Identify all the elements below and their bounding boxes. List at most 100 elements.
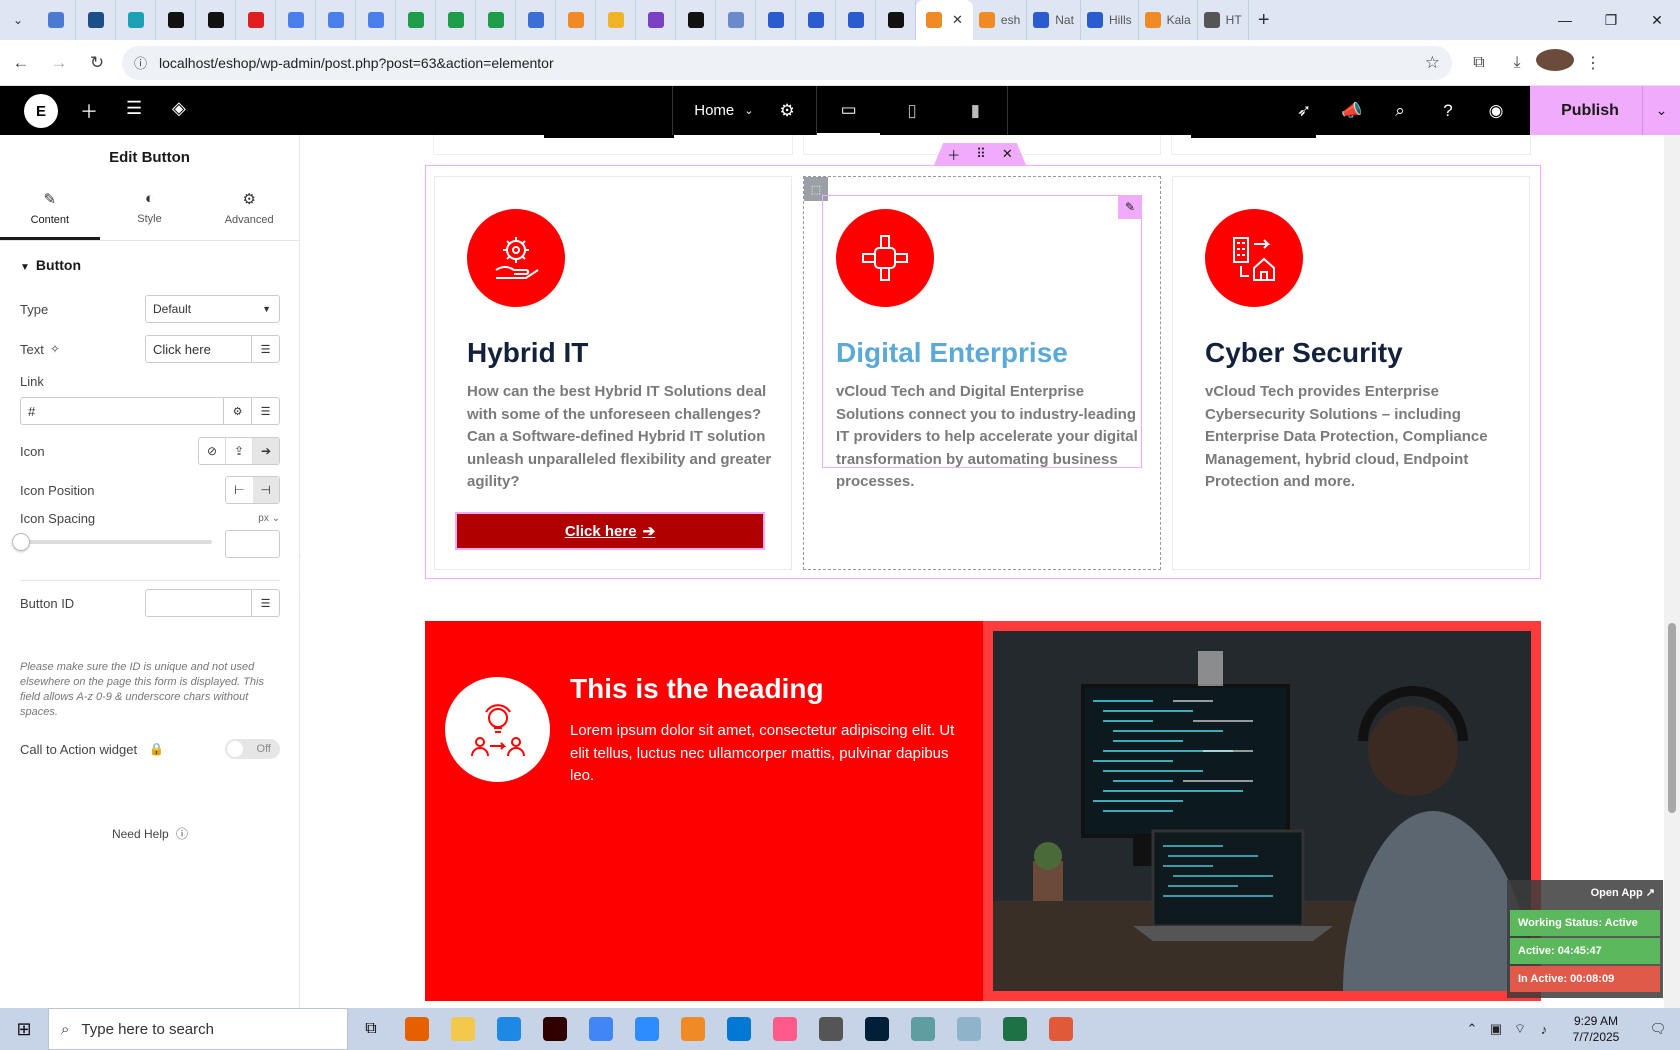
tablet-icon[interactable]: ▯	[880, 86, 943, 135]
browser-tab[interactable]	[236, 0, 276, 40]
windows-start-icon[interactable]: ⊞	[0, 1008, 48, 1050]
button-id-field[interactable]: ☰	[145, 589, 280, 617]
type-select[interactable]: Default ▼	[145, 295, 280, 323]
browser-tab[interactable]	[396, 0, 436, 40]
browser-tab[interactable]	[36, 0, 76, 40]
click-here-button[interactable]: Click here ➔	[455, 512, 765, 550]
dynamic-tags-icon[interactable]: ☰	[251, 589, 279, 617]
drag-section-icon[interactable]: ⠿	[976, 146, 986, 162]
unit-selector[interactable]: px ⌄	[258, 513, 280, 524]
browser-tab[interactable]	[756, 0, 796, 40]
taskbar-app-icon[interactable]	[486, 1008, 532, 1050]
browser-tab[interactable]	[436, 0, 476, 40]
tab-content[interactable]: ✎ Content	[0, 181, 100, 240]
taskbar-app-icon[interactable]	[716, 1008, 762, 1050]
tab-advanced[interactable]: ⚙ Advanced	[199, 181, 299, 240]
no-icon-option-icon[interactable]: ⊘	[199, 438, 225, 464]
taskbar-app-icon[interactable]	[532, 1008, 578, 1050]
section-button-toggle[interactable]: ▼ Button	[0, 241, 299, 289]
icon-library-option-icon[interactable]: ➔	[252, 438, 279, 464]
browser-menu-icon[interactable]: ⋮	[1574, 53, 1612, 73]
link-field[interactable]: # ⚙ ☰	[20, 397, 280, 425]
new-tab-button[interactable]: +	[1249, 9, 1279, 32]
taskbar-search-box[interactable]: ⌕ Type here to search	[48, 1008, 348, 1050]
browser-tab[interactable]: HT	[1198, 0, 1249, 40]
volume-icon[interactable]: ♪	[1532, 1022, 1556, 1037]
browser-tab[interactable]	[596, 0, 636, 40]
browser-tab[interactable]	[876, 0, 916, 40]
forward-icon[interactable]: →	[42, 46, 76, 80]
page-selector[interactable]: Home ⌄ ⚙	[672, 86, 816, 135]
browser-tab[interactable]	[316, 0, 356, 40]
taskbar-app-icon[interactable]	[578, 1008, 624, 1050]
promo-section[interactable]: This is the heading Lorem ipsum dolor si…	[425, 621, 1541, 1001]
taskbar-app-icon[interactable]	[808, 1008, 854, 1050]
page-settings-gear-icon[interactable]: ⚙	[779, 101, 794, 121]
add-element-icon[interactable]: ＋	[80, 98, 98, 124]
text-field[interactable]: Click here ☰	[145, 335, 280, 363]
close-window-icon[interactable]: ✕	[1634, 0, 1680, 40]
cta-toggle[interactable]: Off	[225, 739, 280, 759]
structure-layers-icon[interactable]: ◈	[172, 98, 186, 119]
reload-icon[interactable]: ↻	[80, 46, 114, 80]
site-settings-icon[interactable]: ☰	[126, 98, 142, 119]
preview-eye-icon[interactable]: ◉	[1472, 86, 1520, 135]
search-icon[interactable]: ⌕	[1376, 86, 1424, 135]
service-card-cyber-security[interactable]: Cyber Security vCloud Tech provides Ente…	[1172, 176, 1530, 570]
section-handle[interactable]: ＋ ⠿ ✕	[934, 143, 1026, 165]
taskbar-app-icon[interactable]	[762, 1008, 808, 1050]
browser-tab[interactable]	[196, 0, 236, 40]
clock[interactable]: 9:29 AM 7/7/2025	[1556, 1013, 1636, 1045]
browser-tab[interactable]	[516, 0, 556, 40]
close-tab-icon[interactable]: ✕	[952, 12, 963, 28]
browser-tab[interactable]	[636, 0, 676, 40]
taskbar-app-icon[interactable]	[900, 1008, 946, 1050]
link-options-gear-icon[interactable]: ⚙	[223, 397, 251, 425]
service-card-digital-enterprise[interactable]: ⬚ ✎ Digital Enterprise vCloud Tech and D…	[803, 176, 1161, 570]
minimize-icon[interactable]: —	[1542, 0, 1588, 40]
taskbar-app-icon[interactable]	[1038, 1008, 1084, 1050]
browser-tab[interactable]: esh	[973, 0, 1028, 40]
browser-tab[interactable]	[556, 0, 596, 40]
tray-meet-icon[interactable]: ▣	[1484, 1021, 1508, 1037]
canvas-scrollbar[interactable]	[1664, 135, 1680, 1008]
add-section-icon[interactable]: ＋	[947, 145, 960, 164]
task-view-icon[interactable]: ⧉	[348, 1008, 394, 1050]
browser-tab[interactable]	[76, 0, 116, 40]
url-text[interactable]: localhost/eshop/wp-admin/post.php?post=6…	[159, 55, 554, 71]
taskbar-app-icon[interactable]	[624, 1008, 670, 1050]
back-icon[interactable]: ←	[4, 46, 38, 80]
browser-tab[interactable]	[476, 0, 516, 40]
profile-avatar[interactable]	[1536, 49, 1574, 76]
taskbar-app-icon[interactable]	[946, 1008, 992, 1050]
icon-position-start-icon[interactable]: ⊢	[226, 477, 253, 503]
browser-tab[interactable]	[276, 0, 316, 40]
service-card-hybrid-it[interactable]: Hybrid IT How can the best Hybrid IT Sol…	[434, 176, 792, 570]
browser-tab[interactable]	[796, 0, 836, 40]
dynamic-tags-icon[interactable]: ☰	[251, 397, 279, 425]
need-help-link[interactable]: Need Help ⓘ	[0, 825, 300, 842]
browser-tab[interactable]	[116, 0, 156, 40]
downloads-icon[interactable]: ⤓	[1498, 54, 1536, 72]
scrollbar-thumb[interactable]	[1668, 623, 1676, 813]
taskbar-app-icon[interactable]	[992, 1008, 1038, 1050]
browser-tab[interactable]: Hills	[1081, 0, 1139, 40]
network-icon[interactable]: ⌔	[1508, 1021, 1532, 1037]
taskbar-app-icon[interactable]	[394, 1008, 440, 1050]
elementor-logo[interactable]: E	[24, 94, 58, 128]
icon-spacing-input[interactable]	[225, 530, 280, 558]
active-tab[interactable]: ✕	[916, 0, 973, 40]
taskbar-app-icon[interactable]	[854, 1008, 900, 1050]
browser-tab[interactable]	[156, 0, 196, 40]
desktop-icon[interactable]: ▭	[817, 86, 881, 135]
browser-tab[interactable]	[356, 0, 396, 40]
delete-section-icon[interactable]: ✕	[1002, 146, 1013, 162]
dynamic-tags-icon[interactable]: ☰	[251, 335, 279, 363]
tab-search-icon[interactable]: ⌄	[0, 5, 36, 35]
site-info-icon[interactable]: ⓘ	[134, 53, 147, 72]
mobile-icon[interactable]: ▮	[944, 86, 1007, 135]
extensions-icon[interactable]: ⧉	[1460, 54, 1498, 72]
notifications-icon[interactable]: 🗨	[1636, 1021, 1680, 1037]
bookmark-star-icon[interactable]: ☆	[1425, 53, 1440, 73]
edit-widget-pencil-icon[interactable]: ✎	[1118, 195, 1142, 219]
